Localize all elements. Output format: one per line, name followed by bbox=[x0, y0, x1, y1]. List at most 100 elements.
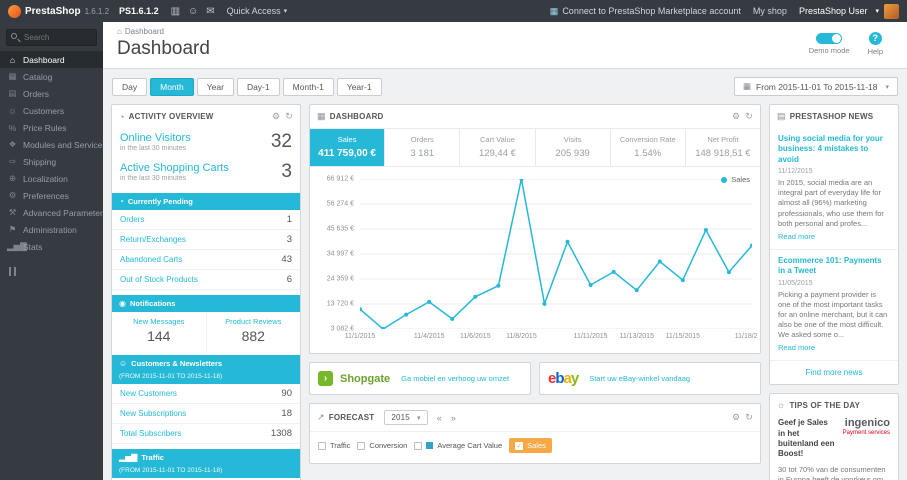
pending-row-out-of-stock-products: Out of Stock Products 6 bbox=[112, 270, 300, 290]
pending-link[interactable]: Orders bbox=[120, 215, 144, 224]
read-more-link[interactable]: Read more bbox=[778, 343, 815, 352]
news-item-title[interactable]: Ecommerce 101: Payments in a Tweet bbox=[778, 256, 890, 277]
active-carts-sub: in the last 30 minutes bbox=[120, 175, 187, 182]
sidebar-item-modules-and-services[interactable]: ❖ Modules and Services bbox=[0, 136, 103, 153]
currently-pending-rows: Orders 1 Return/Exchanges 3 Abandoned Carts 4… bbox=[112, 210, 300, 290]
kpi-value: 411 759,00 € bbox=[318, 148, 376, 159]
news-item-title[interactable]: Using social media for your business: 4 … bbox=[778, 134, 890, 165]
notification-cell-product-reviews[interactable]: Product Reviews 882 bbox=[205, 312, 301, 350]
marketplace-grid-icon: ▦ bbox=[549, 5, 559, 16]
y-tick-label: 66 912 € bbox=[326, 175, 354, 183]
online-visitors-link[interactable]: Online Visitors bbox=[120, 132, 191, 144]
sidebar-item-preferences[interactable]: ⚙ Preferences bbox=[0, 187, 103, 204]
stats-icon: ▂▅▇ bbox=[119, 453, 138, 462]
kpi-value: 3 181 bbox=[410, 148, 435, 159]
prestashop-admin-screen: PrestaShop 1.6.1.2 PS1.6.1.2 ▥ ☺ ✉ Quick… bbox=[0, 0, 907, 480]
pending-link[interactable]: Return/Exchanges bbox=[120, 235, 186, 244]
sidebar-item-stats[interactable]: ▂▅▇ Stats bbox=[0, 238, 103, 255]
notification-value: 882 bbox=[241, 328, 265, 344]
forecast-legend-conversion[interactable]: Conversion bbox=[357, 441, 407, 450]
ebay-logo-letter: y bbox=[570, 370, 579, 387]
notification-value: 144 bbox=[147, 328, 171, 344]
kpi-conversion-rate[interactable]: Conversion Rate 1.54% bbox=[611, 129, 686, 166]
sidebar-item-label: Customers bbox=[23, 105, 65, 116]
forecast-legend-sales[interactable]: ✓ Sales bbox=[509, 438, 552, 453]
y-tick-label: 34 997 € bbox=[326, 250, 354, 258]
quick-access-menu[interactable]: Quick Access ▾ bbox=[227, 6, 288, 16]
range-button-day-1[interactable]: Day-1 bbox=[236, 77, 280, 96]
range-button-day[interactable]: Day bbox=[112, 77, 148, 96]
sidebar-item-localization[interactable]: ⊕ Localization bbox=[0, 170, 103, 187]
sidebar-item-dashboard[interactable]: ⌂ Dashboard bbox=[0, 51, 103, 68]
breadcrumb[interactable]: ⌂ Dashboard bbox=[117, 27, 210, 36]
sidebar-collapse-button[interactable] bbox=[9, 267, 94, 279]
ebay-logo-letter: a bbox=[563, 370, 572, 387]
gear-icon[interactable]: ⚙ bbox=[732, 412, 740, 423]
sidebar-item-advanced-parameters[interactable]: ⚒ Advanced Parameters bbox=[0, 204, 103, 221]
refresh-icon[interactable]: ↻ bbox=[745, 111, 753, 122]
next-year-button[interactable]: » bbox=[451, 413, 456, 423]
search-icon bbox=[11, 33, 17, 39]
news-items: Using social media for your business: 4 … bbox=[770, 128, 898, 362]
range-button-month[interactable]: Month bbox=[150, 77, 194, 96]
range-button-year[interactable]: Year bbox=[196, 77, 234, 96]
pending-link[interactable]: Abandoned Carts bbox=[120, 255, 182, 264]
forecast-legend-average-cart-value[interactable]: Average Cart Value bbox=[414, 441, 502, 450]
pending-link[interactable]: Out of Stock Products bbox=[120, 275, 198, 284]
middle-column: ▦ DASHBOARD ⚙ ↻ Sales 411 759,00 € Orders 3… bbox=[309, 104, 761, 464]
data-point-marker bbox=[473, 294, 478, 299]
forecast-panel: ↗ FORECAST 2015 ▾ « » ⚙ ↻ Traffic Conver… bbox=[309, 403, 761, 464]
sidebar-item-price-rules[interactable]: % Price Rules bbox=[0, 119, 103, 136]
kpi-value: 148 918,51 € bbox=[695, 148, 751, 159]
demo-mode-toggle[interactable] bbox=[816, 32, 843, 44]
customers-link[interactable]: New Customers bbox=[120, 389, 177, 398]
date-range-picker[interactable]: ▦ From 2015-11-01 To 2015-11-18 ▾ bbox=[734, 77, 898, 96]
sidebar-item-orders[interactable]: ▤ Orders bbox=[0, 85, 103, 102]
cart-icon[interactable]: ▥ bbox=[171, 6, 180, 17]
sidebar-item-label: Localization bbox=[23, 173, 68, 184]
customers-link[interactable]: Total Subscribers bbox=[120, 429, 181, 438]
kpi-net-profit[interactable]: Net Profit 148 918,51 € bbox=[686, 129, 760, 166]
help-icon[interactable]: ? bbox=[868, 31, 882, 45]
page-header-left: ⌂ Dashboard Dashboard bbox=[117, 27, 210, 60]
refresh-icon[interactable]: ↻ bbox=[285, 111, 293, 122]
sidebar-item-catalog[interactable]: ▦ Catalog bbox=[0, 68, 103, 85]
marketplace-link[interactable]: ▦ Connect to PrestaShop Marketplace acco… bbox=[550, 6, 741, 17]
news-panel-header: ▤ PRESTASHOP NEWS bbox=[770, 105, 898, 128]
active-carts-link[interactable]: Active Shopping Carts bbox=[120, 162, 229, 174]
sidebar-item-administration[interactable]: ⚑ Administration bbox=[0, 221, 103, 238]
gear-icon[interactable]: ⚙ bbox=[732, 111, 740, 122]
search-input[interactable] bbox=[6, 29, 97, 46]
previous-year-button[interactable]: « bbox=[437, 413, 442, 423]
avatar bbox=[884, 3, 899, 19]
localization-icon: ⊕ bbox=[8, 173, 17, 183]
sidebar-item-shipping[interactable]: ⇨ Shipping bbox=[0, 153, 103, 170]
notification-cell-new-messages[interactable]: New Messages 144 bbox=[112, 312, 206, 350]
kpi-sales[interactable]: Sales 411 759,00 € bbox=[310, 129, 386, 166]
kpi-cart-value[interactable]: Cart Value 129,44 € bbox=[460, 129, 536, 166]
prestashop-logo[interactable]: PrestaShop 1.6.1.2 bbox=[8, 4, 109, 18]
read-more-link[interactable]: Read more bbox=[778, 232, 815, 241]
ebay-promo-link[interactable]: Start uw eBay-winkel vandaag bbox=[589, 374, 690, 383]
shop-name-link[interactable]: PS1.6.1.2 bbox=[119, 6, 159, 16]
mail-icon[interactable]: ✉ bbox=[206, 6, 214, 17]
customers-icon[interactable]: ☺ bbox=[188, 6, 198, 17]
range-button-year-1[interactable]: Year-1 bbox=[336, 77, 382, 96]
forecast-legend-traffic[interactable]: Traffic bbox=[318, 441, 350, 450]
refresh-icon[interactable]: ↻ bbox=[745, 412, 753, 423]
kpi-orders[interactable]: Orders 3 181 bbox=[385, 129, 461, 166]
shopgate-promo-link[interactable]: Ga mobiel en verhoog uw omzet bbox=[401, 374, 509, 383]
forecast-year-select[interactable]: 2015 ▾ bbox=[384, 410, 428, 425]
find-more-news-link[interactable]: Find more news bbox=[770, 361, 898, 384]
chart-legend: Sales bbox=[721, 175, 750, 184]
sales-chart[interactable] bbox=[360, 179, 752, 329]
gear-icon[interactable]: ⚙ bbox=[272, 111, 280, 122]
kpi-visits[interactable]: Visits 205 939 bbox=[536, 129, 611, 166]
range-button-month-1[interactable]: Month-1 bbox=[282, 77, 334, 96]
customers-link[interactable]: New Subscriptions bbox=[120, 409, 186, 418]
user-menu[interactable]: PrestaShop User ▾ bbox=[799, 3, 899, 19]
my-shop-link[interactable]: My shop bbox=[753, 6, 787, 16]
sidebar-menu: ⌂ Dashboard ▦ Catalog ▤ Orders ☺ Customers% Pric… bbox=[0, 51, 103, 255]
right-column: ▤ PRESTASHOP NEWS Using social media for… bbox=[769, 104, 899, 480]
sidebar-item-customers[interactable]: ☺ Customers bbox=[0, 102, 103, 119]
